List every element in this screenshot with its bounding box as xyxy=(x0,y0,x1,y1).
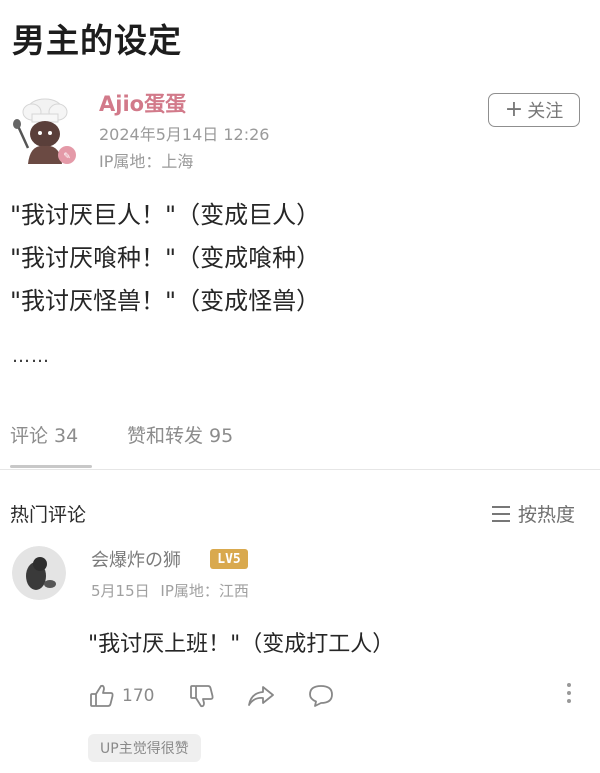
up-liked-badge: UP主觉得很赞 xyxy=(88,734,201,762)
post-ellipsis: …… xyxy=(12,346,50,367)
post-ip-location: IP属地：上海 xyxy=(99,152,194,171)
list-icon xyxy=(492,505,510,522)
page-title: 男主的设定 xyxy=(12,21,182,60)
comment-meta: 5月15日 IP属地：江西 xyxy=(91,580,249,601)
post-body: "我讨厌巨人！"（变成巨人） "我讨厌喰种！"（变成喰种） "我讨厌怪兽！"（变… xyxy=(10,194,320,323)
follow-label: 关注 xyxy=(527,101,564,122)
thumbs-down-icon xyxy=(190,685,214,708)
sort-label: 按热度 xyxy=(518,504,576,526)
post-line: "我讨厌巨人！"（变成巨人） xyxy=(10,201,321,229)
level-badge: LV5 xyxy=(210,549,248,569)
comment-icon xyxy=(309,685,333,707)
author-avatar[interactable]: ✎ xyxy=(10,96,80,166)
thumbs-up-icon xyxy=(90,684,114,707)
post-tabs: 评论 34 赞和转发 95 xyxy=(0,417,600,469)
dislike-button[interactable] xyxy=(188,679,216,713)
reply-button[interactable] xyxy=(306,679,336,713)
hot-comments-title: 热门评论 xyxy=(10,504,87,526)
more-icon[interactable] xyxy=(566,683,572,703)
plus-icon: + xyxy=(504,97,524,122)
comment-ip-location: IP属地：江西 xyxy=(160,582,249,600)
divider xyxy=(0,469,600,470)
post-line: "我讨厌怪兽！"（变成怪兽） xyxy=(10,287,321,315)
like-count: 170 xyxy=(122,686,155,706)
share-button[interactable] xyxy=(246,679,276,713)
tab-likes-reposts[interactable]: 赞和转发 95 xyxy=(127,421,233,448)
author-name[interactable]: Ajio蛋蛋 xyxy=(99,88,186,118)
post-header: ✎ Ajio蛋蛋 2024年5月14日 12:26 IP属地：上海 + 关注 xyxy=(0,88,600,173)
post-line: "我讨厌喰种！"（变成喰种） xyxy=(10,244,321,272)
active-tab-indicator xyxy=(10,465,92,468)
comment-text: "我讨厌上班！"（变成打工人） xyxy=(88,632,395,657)
follow-button[interactable]: + 关注 xyxy=(488,93,580,127)
like-button[interactable]: 170 xyxy=(88,679,154,713)
comment-actions: 170 xyxy=(88,679,588,713)
post-date: 2024年5月14日 12:26 xyxy=(99,125,270,144)
svg-text:✎: ✎ xyxy=(63,152,71,162)
commenter-avatar[interactable] xyxy=(12,546,66,600)
tab-comments[interactable]: 评论 34 xyxy=(10,421,78,448)
comment-date: 5月15日 xyxy=(91,582,150,600)
share-icon xyxy=(248,686,274,706)
sort-button[interactable]: 按热度 xyxy=(492,500,575,527)
commenter-name[interactable]: 会爆炸の狮 xyxy=(91,546,181,572)
